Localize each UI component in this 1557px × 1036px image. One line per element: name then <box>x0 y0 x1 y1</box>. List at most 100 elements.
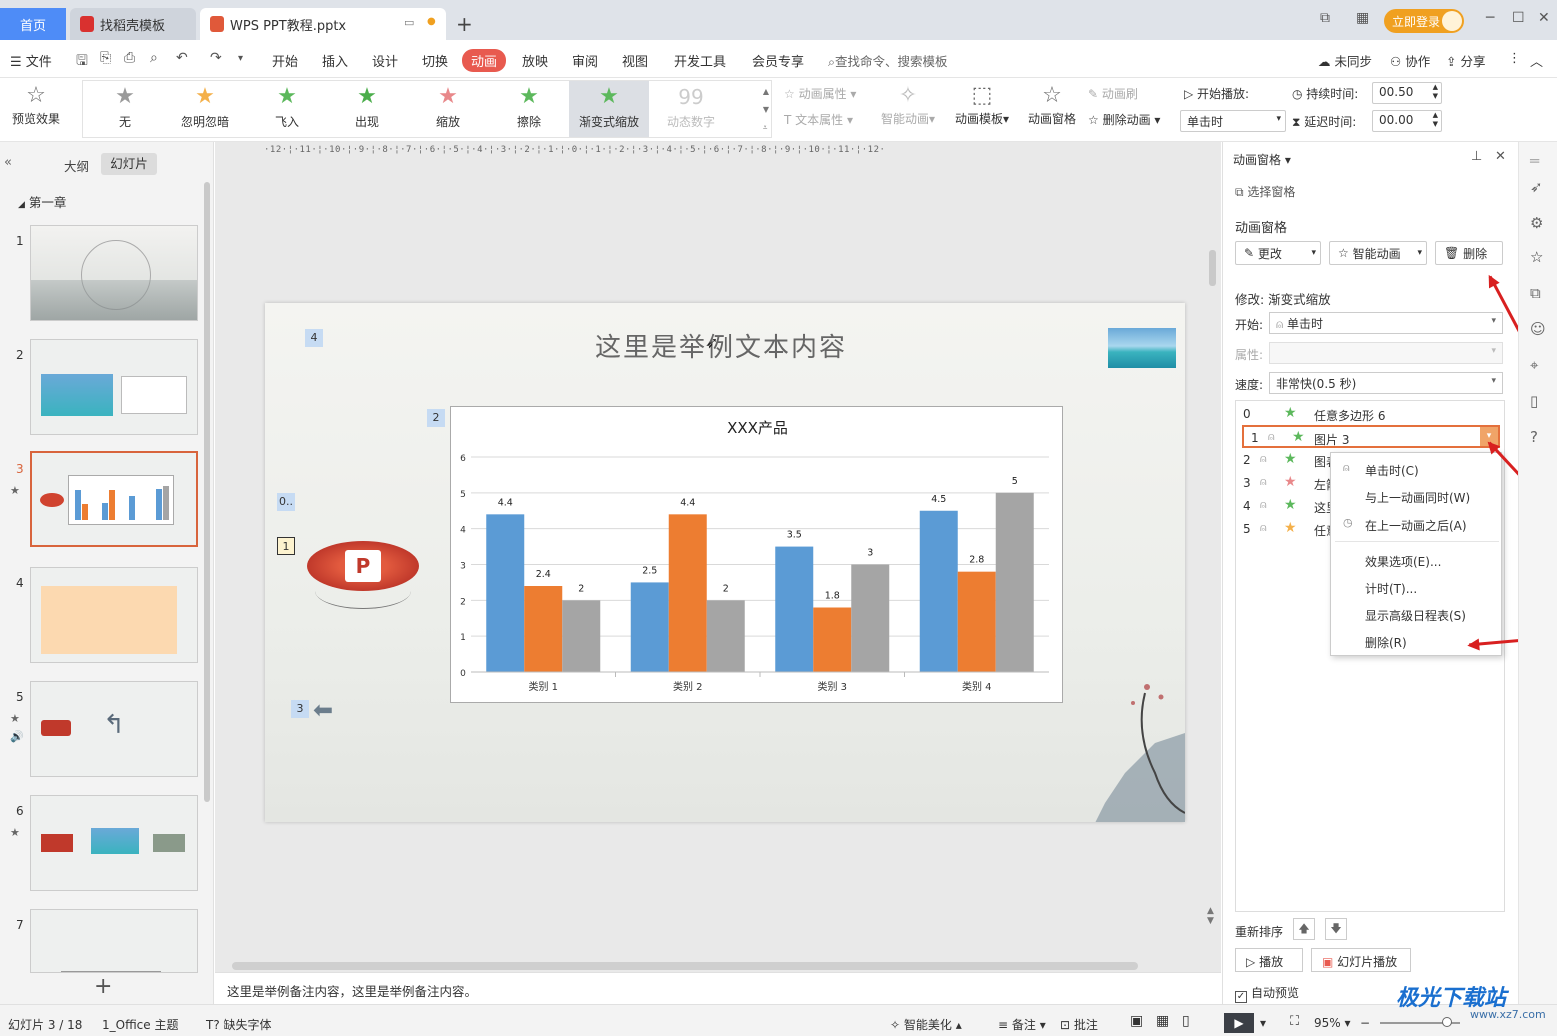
start-select[interactable]: ⍝ 单击时 ▾ <box>1269 312 1503 334</box>
canvas-hscrollbar[interactable] <box>232 962 1138 970</box>
maximize-icon[interactable]: ☐ <box>1512 10 1525 26</box>
close-icon[interactable]: ✕ <box>1495 149 1506 164</box>
slide-thumbnail-7[interactable] <box>30 909 198 973</box>
anim-order-tag[interactable]: 1 <box>277 537 295 555</box>
minimize-icon[interactable]: ─ <box>1486 10 1494 26</box>
command-search[interactable]: ⌕查找命令、搜索模板 <box>828 51 948 70</box>
arc-shape[interactable] <box>315 573 411 609</box>
customize-arrow-icon[interactable]: ▾ <box>238 53 243 64</box>
grid-icon[interactable]: ▦ <box>1356 10 1369 26</box>
print-preview-icon[interactable]: ⌕ <box>150 50 158 66</box>
menu-design[interactable]: 设计 <box>372 51 398 70</box>
delete-effect-button[interactable]: 🗑 删除 <box>1435 241 1503 265</box>
move-up-button[interactable]: 🡅 <box>1293 918 1315 940</box>
file-menu[interactable]: ☰ 文件 <box>10 51 52 70</box>
anim-order-tag[interactable]: 0.. <box>277 493 295 511</box>
thumbnail-scrollbar[interactable] <box>204 182 210 802</box>
new-tab-icon[interactable]: + <box>456 12 473 36</box>
move-down-button[interactable]: 🡇 <box>1325 918 1347 940</box>
missing-font-button[interactable]: T? 缺失字体 <box>206 1016 272 1033</box>
property-select[interactable]: ▾ <box>1269 342 1503 364</box>
auto-preview-checkbox[interactable]: ✓ 自动预览 <box>1235 984 1299 1003</box>
slide-title[interactable]: 这里是举例文本内容 <box>595 327 847 364</box>
smart-anim-button[interactable]: ☆ 智能动画 ▾ <box>1329 241 1427 265</box>
effect-flicker[interactable]: ★ 忽明忽暗 <box>165 81 245 137</box>
collapse-panel-icon[interactable]: « <box>4 155 12 170</box>
start-play-select[interactable]: 单击时 ▾ <box>1180 110 1286 132</box>
effect-none[interactable]: ★ 无 <box>85 81 165 137</box>
zoom-slider-handle[interactable] <box>1442 1017 1452 1027</box>
menu-start[interactable]: 开始 <box>272 51 298 70</box>
effect-zoom[interactable]: ★ 缩放 <box>408 81 488 137</box>
canvas-vscrollbar[interactable] <box>1209 250 1216 286</box>
login-button[interactable]: 立即登录 <box>1384 9 1464 33</box>
undo-icon[interactable]: ↶ <box>176 50 188 66</box>
fit-window-icon[interactable]: ⛶ <box>1290 1014 1299 1029</box>
current-slide[interactable]: 这里是举例文本内容 ➶ 4 2 0.. 1 P 3 ⬅ XXX产品 0 1 2 3 4 5 6… <box>265 303 1185 822</box>
slide-thumbnail-6[interactable] <box>30 795 198 891</box>
menu-show-timeline[interactable]: 显示高级日程表(S) <box>1365 607 1466 624</box>
tab-slides[interactable]: 幻灯片 <box>101 153 157 175</box>
collapse-ribbon-icon[interactable]: ︿ <box>1530 51 1543 70</box>
animation-item[interactable]: 0 ★ 任意多边形 6 <box>1236 403 1504 426</box>
slide-thumbnail-2[interactable] <box>30 339 198 435</box>
normal-view-icon[interactable]: ▣ <box>1130 1013 1143 1029</box>
anim-order-tag[interactable]: 3 <box>291 700 309 718</box>
menu-member[interactable]: 会员专享 <box>752 51 804 70</box>
menu-on-click[interactable]: 单击时(C) <box>1365 462 1419 479</box>
tab-template[interactable]: 找稻壳模板 <box>70 8 196 40</box>
redo-icon[interactable]: ↷ <box>210 50 222 66</box>
animation-star-icon[interactable]: ☆ <box>1530 248 1543 266</box>
book-icon[interactable]: ▯ <box>1530 392 1538 410</box>
collab-button[interactable]: ⚇ 协作 <box>1390 51 1430 70</box>
menu-insert[interactable]: 插入 <box>322 51 348 70</box>
share-button[interactable]: ⇪ 分享 <box>1446 51 1485 70</box>
help-icon[interactable]: ? <box>1530 428 1538 446</box>
menu-animation[interactable]: 动画 <box>462 49 507 72</box>
tab-outline[interactable]: 大纲 <box>64 156 89 175</box>
play-options-icon[interactable]: ▾ <box>1260 1016 1266 1030</box>
delete-anim-button[interactable]: ☆ 删除动画 ▾ <box>1088 111 1160 128</box>
adjust-icon[interactable]: ⚙ <box>1530 214 1543 232</box>
reading-view-icon[interactable]: ▯ <box>1182 1013 1190 1029</box>
left-arrow-shape[interactable]: ⬅ <box>313 696 333 724</box>
slide-sorter-icon[interactable]: ▦ <box>1156 1013 1169 1029</box>
notes-toggle[interactable]: ≡ 备注 ▾ <box>998 1016 1046 1033</box>
theme-name[interactable]: 1_Office 主题 <box>102 1016 178 1033</box>
add-slide-button[interactable]: + <box>94 974 112 999</box>
beach-picture[interactable] <box>1108 328 1176 368</box>
text-props-dropdown[interactable]: T 文本属性 ▾ <box>784 111 853 128</box>
layout-icon[interactable]: ⧉ <box>1320 10 1330 26</box>
menu-effect-options[interactable]: 效果选项(E)... <box>1365 553 1441 570</box>
effect-dynamic-number[interactable]: 99 动态数字 <box>651 81 731 137</box>
slide-thumbnail-5[interactable]: ↰ <box>30 681 198 777</box>
anim-brush-button[interactable]: ✎ 动画刷 <box>1088 85 1138 102</box>
slide-thumbnail-4[interactable] <box>30 567 198 663</box>
robot-icon[interactable]: ☺ <box>1530 320 1546 338</box>
chart-object[interactable]: XXX产品 0 1 2 3 4 5 6 4.4 2.4 2 类别 1 2.5 4.4 2 类别 2 3.5 1.8… <box>450 406 1063 703</box>
menu-view[interactable]: 视图 <box>622 51 648 70</box>
change-effect-button[interactable]: ✎ 更改 ▾ <box>1235 241 1321 265</box>
notes-pane[interactable]: 这里是举例备注内容，这里是举例备注内容。 <box>215 972 1221 1004</box>
select-pane-link[interactable]: ⧉ 选择窗格 <box>1235 183 1295 200</box>
print-icon[interactable]: ⎙ <box>124 50 135 66</box>
anim-pane-button[interactable]: ☆ 动画窗格 <box>1022 82 1082 127</box>
slideshow-button[interactable]: ▣ 幻灯片播放 <box>1311 948 1411 972</box>
menu-transition[interactable]: 切换 <box>422 51 448 70</box>
zoom-out-icon[interactable]: − <box>1360 1016 1370 1030</box>
animation-item-selected[interactable]: 1 ⍝ ★ 图片 3 ▾ <box>1242 425 1500 448</box>
slide-thumbnail-1[interactable] <box>30 225 198 321</box>
zoom-level[interactable]: 95% ▾ <box>1314 1016 1351 1030</box>
menu-after-previous[interactable]: 在上一动画之后(A) <box>1365 517 1467 534</box>
spin-icon[interactable]: ▲ ▼ <box>1433 83 1438 101</box>
effect-fade-zoom[interactable]: ★ 渐变式缩放 <box>569 81 649 137</box>
close-window-icon[interactable]: ✕ <box>1538 10 1550 26</box>
anim-template-button[interactable]: ⬚ 动画模板▾ <box>950 82 1014 127</box>
anim-order-tag[interactable]: 4 <box>305 329 323 347</box>
transition-icon[interactable]: ⧉ <box>1530 284 1541 302</box>
duration-input[interactable]: 00.50 ▲ ▼ <box>1372 82 1442 104</box>
effect-appear[interactable]: ★ 出现 <box>327 81 407 137</box>
preview-effect-button[interactable]: ☆ 预览效果 <box>4 82 68 127</box>
menu-timing[interactable]: 计时(T)... <box>1365 580 1417 597</box>
spin-icon[interactable]: ▲ ▼ <box>1433 111 1438 129</box>
